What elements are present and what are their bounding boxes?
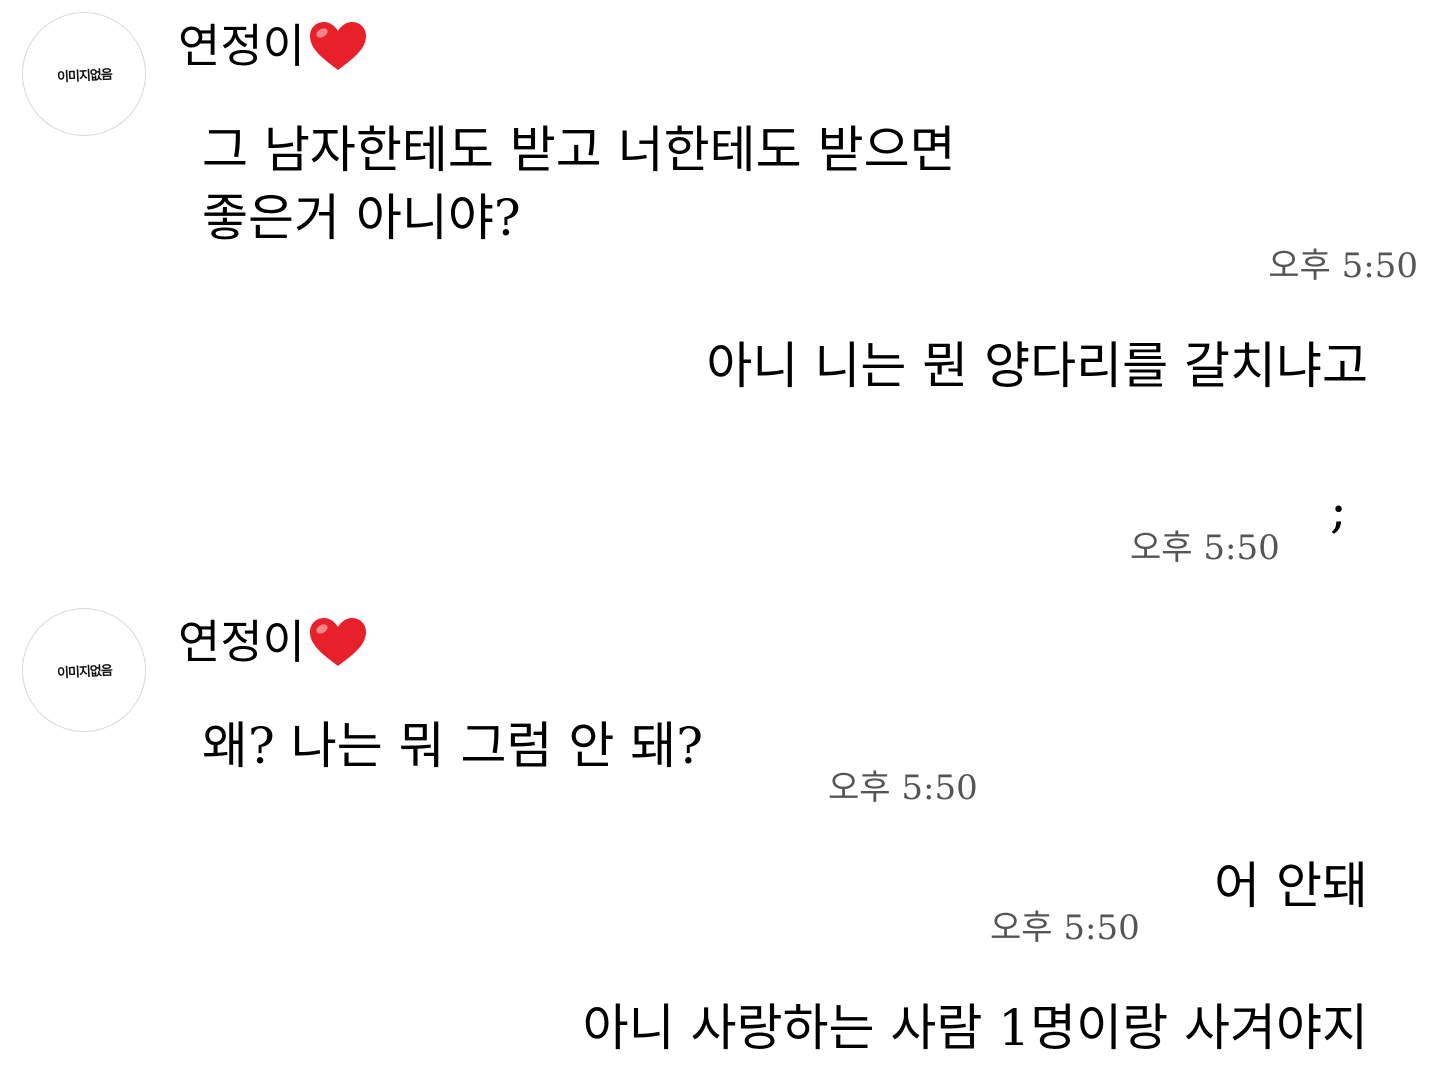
avatar-placeholder-text: 이미지없음 [56,67,112,85]
message-text: 아니 니는 뭔 양다리를 갈치냐고 [706,337,1368,395]
avatar[interactable]: 이미지없음 [22,12,146,136]
message-text: 아니 사랑하는 사람 1명이랑 사겨야지 [582,999,1368,1057]
message-timestamp: 오후 5:50 [990,908,1140,948]
message-bubble-me[interactable]: 아니 사랑하는 사람 1명이랑 사겨야지 [583,994,1368,1062]
sender-name: 연정이 [178,19,305,73]
message-bubble-contact[interactable]: 그 남자한테도 받고 너한테도 받으면 좋은거 아니야? [202,116,956,252]
message-timestamp: 오후 5:50 [1130,528,1280,568]
message-timestamp: 오후 5:50 [828,768,978,808]
message-text: 어 안돼 [1214,857,1368,915]
message-text: ; [1330,481,1347,539]
message-text: 그 남자한테도 받고 너한테도 받으면 [202,121,956,179]
message-bubble-contact[interactable]: 왜? 나는 뭐 그럼 안 돼? [202,712,703,780]
sender-name: 연정이 [178,615,305,669]
avatar[interactable]: 이미지없음 [22,608,146,732]
sender-name-row: 연정이 [178,16,369,76]
message-text: 좋은거 아니야? [202,189,521,247]
sender-name-row: 연정이 [178,612,369,672]
message-timestamp: 오후 5:50 [1268,246,1418,286]
red-heart-icon [309,22,366,70]
avatar-placeholder-text: 이미지없음 [56,663,112,681]
message-bubble-me[interactable]: ; [1330,476,1347,544]
message-bubble-me[interactable]: 아니 니는 뭔 양다리를 갈치냐고 [706,332,1368,400]
message-text: 왜? 나는 뭐 그럼 안 돼? [202,717,704,775]
message-bubble-me[interactable]: 어 안돼 [1214,852,1368,920]
red-heart-icon [309,618,366,666]
